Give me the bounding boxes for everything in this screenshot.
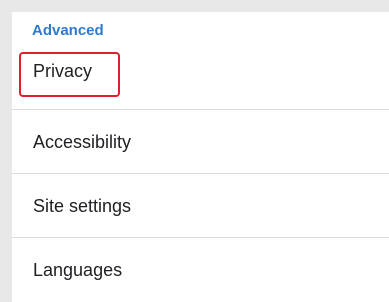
- settings-item-label: Site settings: [33, 196, 132, 216]
- section-header-advanced: Advanced: [32, 22, 104, 39]
- settings-panel: Advanced Privacy Accessibility Site sett…: [12, 12, 389, 302]
- settings-item-label: Privacy: [33, 61, 93, 81]
- settings-item-accessibility[interactable]: Accessibility: [12, 110, 389, 174]
- settings-item-privacy[interactable]: Privacy: [12, 46, 389, 110]
- settings-item-languages[interactable]: Languages: [12, 238, 389, 302]
- settings-item-site-settings[interactable]: Site settings: [12, 174, 389, 238]
- settings-item-label: Languages: [33, 260, 123, 280]
- settings-item-label: Accessibility: [33, 132, 132, 152]
